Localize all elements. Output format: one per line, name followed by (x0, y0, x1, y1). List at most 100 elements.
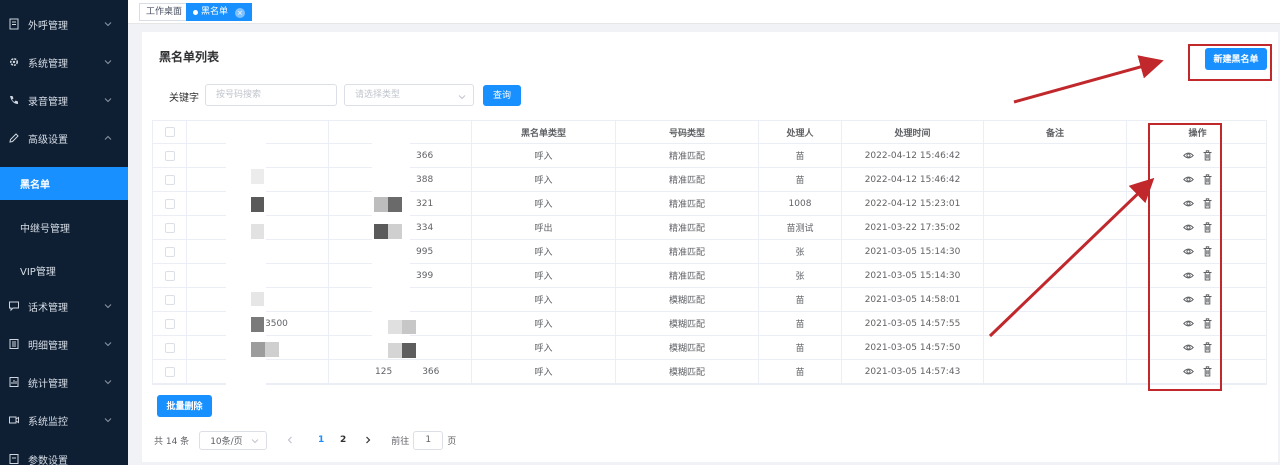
sidebar-item-script[interactable]: 话术管理 (0, 287, 128, 325)
blacklist-table: 码 号码 黑名单类型 号码类型 处理人 处理时间 备注 操作 366呼入精准匹配… (152, 120, 1267, 385)
sidebar-item-params[interactable]: 参数设置 (0, 440, 128, 465)
cell-text: 苗 (795, 296, 805, 306)
select-all-checkbox[interactable] (164, 127, 175, 137)
cell-match: 精准匹配 (616, 144, 759, 167)
cell-text: 125 (375, 366, 393, 377)
sidebar-item-advanced[interactable]: 高级设置 (0, 119, 128, 157)
cell-time: 2021-03-05 14:57:55 (842, 312, 984, 335)
page-2[interactable]: 2 (337, 435, 349, 445)
prev-page-icon[interactable] (285, 435, 295, 445)
header-handler: 处理人 (759, 121, 842, 143)
sidebar-item-blacklist[interactable]: 黑名单 (0, 167, 128, 200)
row-checkbox[interactable] (164, 198, 175, 209)
annotation-box-actions (1148, 123, 1222, 391)
row-checkbox[interactable] (164, 174, 175, 185)
cell-match: 模糊匹配 (616, 336, 759, 359)
sidebar-item-label: 话术管理 (28, 302, 68, 314)
sidebar-item-statistics[interactable]: 统计管理 (0, 363, 128, 401)
sidebar-item-label: 外呼管理 (28, 20, 68, 32)
row-checkbox[interactable] (164, 150, 175, 161)
cell-text: 2021-03-22 17:35:02 (864, 222, 961, 233)
cell-match: 精准匹配 (616, 264, 759, 287)
select-cell (153, 144, 187, 167)
cell-text: 2021-03-05 14:57:43 (864, 366, 961, 377)
tab-workbench[interactable]: 工作桌面 (139, 3, 190, 21)
page-size-select[interactable]: 10条/页 (199, 430, 268, 450)
cell-type: 呼入 (472, 240, 616, 263)
sidebar-item-label: 统计管理 (28, 378, 68, 390)
sidebar-item-trunk[interactable]: 中继号管理 (0, 208, 128, 246)
cell-text: 呼出 (534, 224, 553, 234)
cell-time: 2021-03-22 17:35:02 (842, 216, 984, 239)
goto-label: 前往 (391, 436, 410, 447)
annotation-box-new-button (1188, 44, 1272, 81)
cell-handler: 苗 (759, 336, 842, 359)
cell-text: 精准匹配 (668, 152, 705, 162)
total-count: 共 14 条 (154, 436, 190, 447)
cell-text: 388 (416, 174, 434, 185)
sidebar-item-system[interactable]: 系统管理 (0, 43, 128, 81)
cell-note (984, 168, 1127, 191)
sidebar-item-details[interactable]: 明细管理 (0, 325, 128, 363)
cell-text: 2022-04-12 15:46:42 (864, 174, 961, 185)
cell-trunk: 125 366 (329, 360, 472, 383)
redaction-mosaic (388, 320, 416, 334)
select-cell (153, 168, 187, 191)
cell-text: 苗 (795, 368, 805, 378)
close-icon[interactable]: × (234, 8, 245, 18)
cell-time: 2021-03-05 14:57:50 (842, 336, 984, 359)
tab-label: 工作桌面 (146, 7, 183, 17)
type-select[interactable]: 请选择类型 (344, 84, 474, 106)
sidebar-item-outbound[interactable]: 外呼管理 (0, 5, 128, 43)
query-button[interactable]: 查询 (483, 85, 521, 106)
sidebar-item-recording[interactable]: 录音管理 (0, 81, 128, 119)
cell-time: 2021-03-05 14:58:01 (842, 288, 984, 311)
page-suffix: 页 (447, 436, 457, 447)
tab-blacklist[interactable]: 黑名单 × (186, 3, 252, 21)
pencil-icon (8, 132, 20, 144)
row-checkbox[interactable] (164, 222, 175, 233)
cell-text: 张 (795, 272, 805, 282)
redaction-mosaic (251, 169, 264, 184)
goto-page-input[interactable]: 1 (413, 430, 444, 450)
cell-match: 精准匹配 (616, 168, 759, 191)
cell-handler: 苗 (759, 312, 842, 335)
sidebar-item-vip[interactable]: VIP管理 (0, 251, 128, 289)
cell-text: 模糊匹配 (668, 344, 705, 354)
batch-delete-button[interactable]: 批量删除 (157, 395, 212, 417)
row-checkbox[interactable] (164, 318, 175, 329)
search-input[interactable]: 按号码搜索 (205, 84, 337, 106)
tab-bar: 工作桌面 黑名单 × (128, 0, 1280, 24)
sidebar-item-label: 系统监控 (28, 416, 68, 428)
row-checkbox[interactable] (164, 366, 175, 377)
select-cell (153, 336, 187, 359)
page-1[interactable]: 1 (315, 435, 327, 445)
cell-note (984, 264, 1127, 287)
sidebar-item-monitor[interactable]: 系统监控 (0, 401, 128, 439)
cell-handler: 苗 (759, 168, 842, 191)
row-checkbox[interactable] (164, 294, 175, 305)
cell-text: 2021-03-05 14:57:55 (864, 318, 961, 329)
row-checkbox[interactable] (164, 246, 175, 257)
cell-text: 321 (416, 198, 434, 209)
row-checkbox[interactable] (164, 270, 175, 281)
settings-icon (8, 453, 20, 465)
row-checkbox[interactable] (164, 342, 175, 353)
cell-text: 334 (416, 222, 434, 233)
chevron-down-icon (250, 436, 260, 446)
cell-type: 呼入 (472, 264, 616, 287)
sidebar-item-label: 中继号管理 (20, 223, 70, 235)
cell-time: 2021-03-05 15:14:30 (842, 240, 984, 263)
redaction-mosaic (388, 343, 416, 358)
type-select-placeholder: 请选择类型 (355, 90, 401, 100)
sidebar-item-label: 明细管理 (28, 340, 68, 352)
cell-text: 苗 (795, 344, 805, 354)
cell-text: 呼入 (534, 200, 553, 210)
table-body: 366 呼入 精准匹配苗 2022-04-12 15:46:42 388 呼入 精准匹配苗 2… (153, 144, 1266, 384)
cell-type: 呼入 (472, 336, 616, 359)
cell-note (984, 288, 1127, 311)
next-page-icon[interactable] (363, 435, 373, 445)
cell-match: 模糊匹配 (616, 312, 759, 335)
cell-text: 呼入 (534, 176, 553, 186)
cell-text: 呼入 (534, 248, 553, 258)
